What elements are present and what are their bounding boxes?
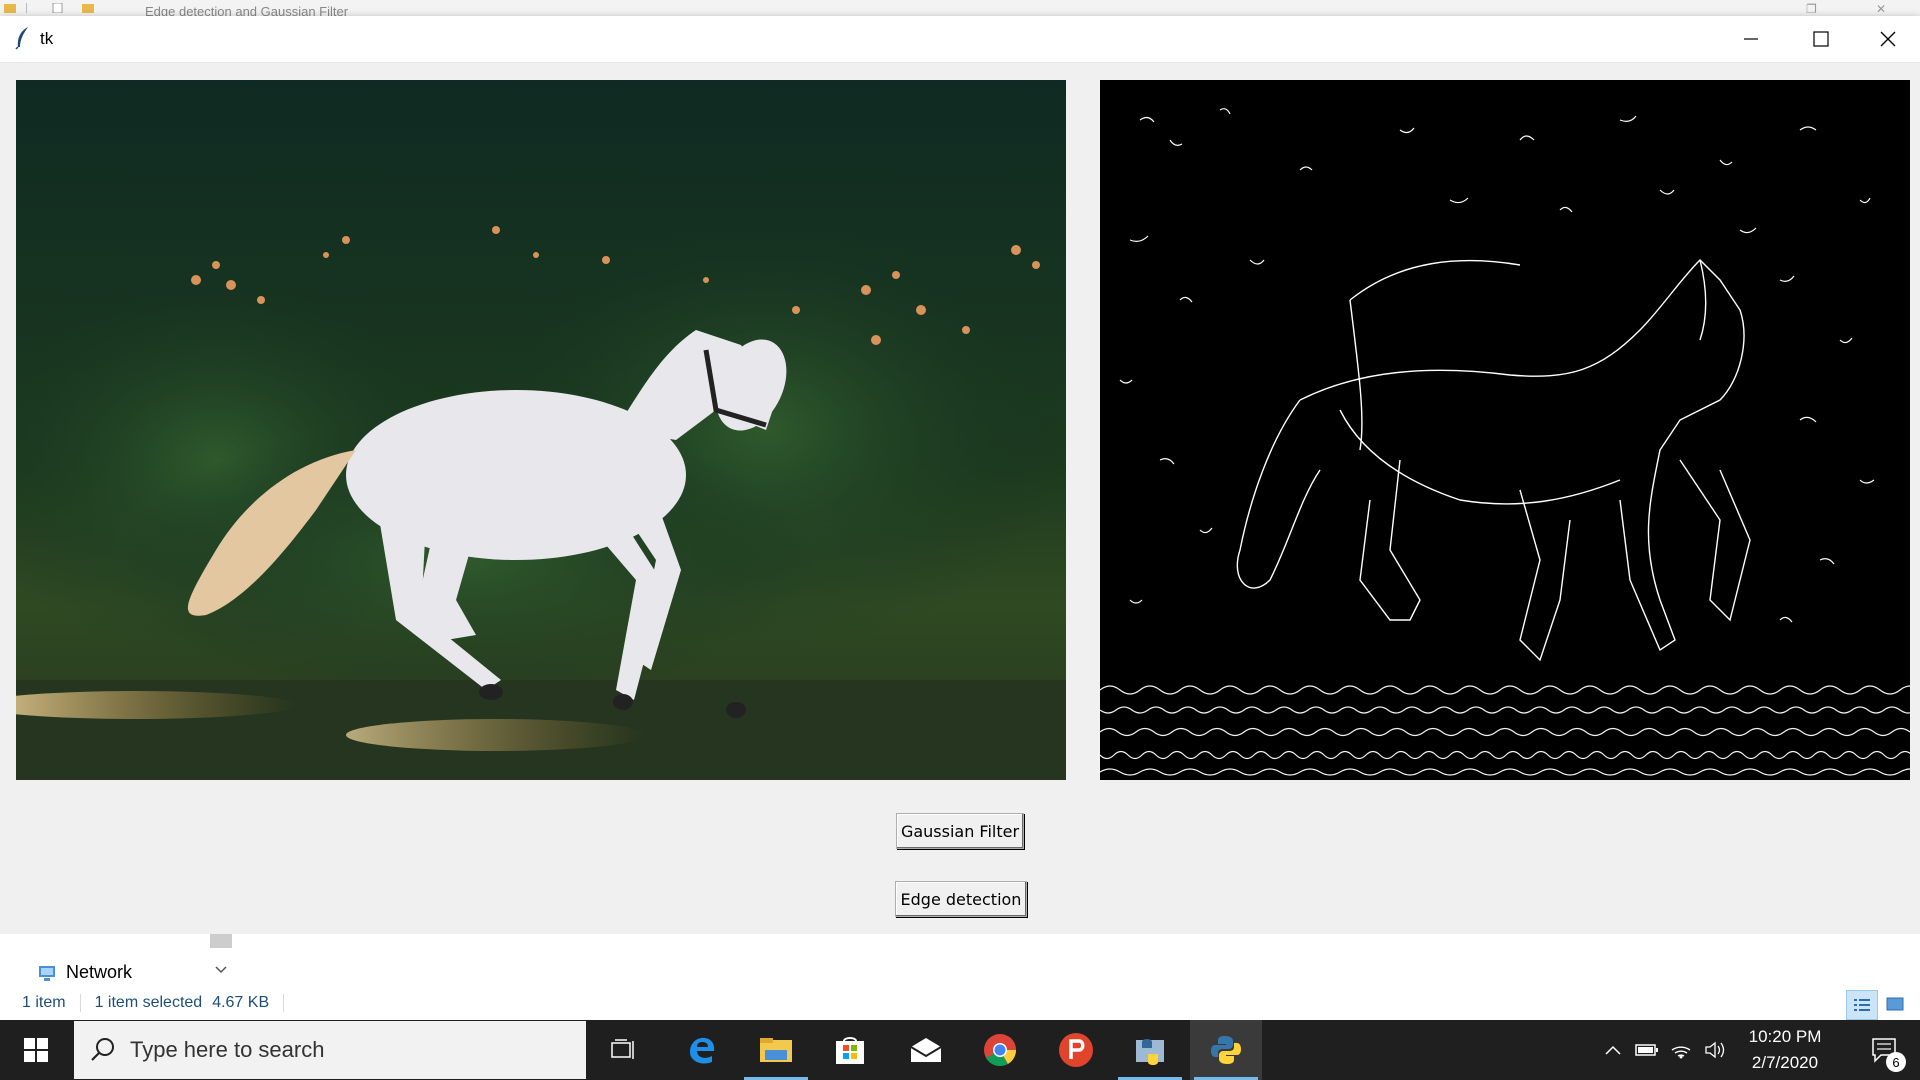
maximize-icon (1813, 31, 1829, 47)
status-bar: 1 item 1 item selected 4.67 KB (22, 994, 298, 1012)
python-idle-button[interactable] (1114, 1020, 1186, 1080)
notification-count-badge: 6 (1886, 1052, 1906, 1072)
window-title: tk (40, 29, 54, 48)
chevron-up-icon (1605, 1045, 1621, 1055)
python-app-button[interactable] (1190, 1020, 1262, 1080)
selected-size: 4.67 KB (212, 994, 270, 1011)
search-icon (91, 1038, 114, 1061)
edges-output (1100, 80, 1910, 780)
scrollbar-thumb[interactable] (210, 934, 232, 948)
explorer-window-bottom: Network 1 item 1 item selected 4.67 KB (0, 934, 1920, 1020)
microsoft-store-button[interactable] (814, 1020, 886, 1080)
item-count: 1 item (22, 994, 66, 1011)
divider (26, 3, 27, 13)
large-icons-view-icon (1886, 997, 1904, 1011)
python-icon (1211, 1036, 1241, 1064)
titlebar-separator (0, 62, 1920, 63)
details-view-icon (1854, 999, 1870, 1011)
taskbar: Type here to search 10:20 PM 2/7/2020 6 (0, 1020, 1920, 1080)
taskbar-search-box[interactable]: Type here to search (74, 1021, 586, 1079)
show-hidden-icons-button[interactable] (1598, 1020, 1628, 1080)
wifi-button[interactable] (1666, 1020, 1696, 1080)
file-explorer-icon (760, 1038, 792, 1062)
folder-icon (82, 4, 94, 13)
edge-detection-button[interactable]: Edge detection (895, 881, 1027, 917)
divider (283, 994, 285, 1012)
battery-icon (1635, 1044, 1658, 1056)
divider (79, 994, 81, 1012)
document-icon (52, 3, 63, 13)
windows-icon (24, 1038, 48, 1062)
background-window-titlebar: Edge detection and Gaussian Filter ❐ ✕ (0, 0, 1920, 17)
clock-time: 10:20 PM (1748, 1027, 1822, 1046)
mail-icon (910, 1038, 942, 1062)
network-icon (39, 965, 55, 981)
minimize-button[interactable] (1716, 16, 1786, 62)
nav-item-label: Network (66, 962, 133, 982)
original-image (16, 80, 1066, 780)
volume-icon (1705, 1041, 1725, 1059)
store-icon (836, 1037, 864, 1064)
task-view-button[interactable] (588, 1020, 660, 1080)
volume-button[interactable] (1700, 1020, 1730, 1080)
tk-titlebar[interactable]: tk (0, 16, 1920, 62)
maximize-button[interactable] (1786, 16, 1856, 62)
horse-photo (16, 80, 1066, 780)
battery-button[interactable] (1632, 1020, 1662, 1080)
mail-button[interactable] (890, 1020, 962, 1080)
clock-date: 2/7/2020 (1751, 1053, 1819, 1072)
selected-count: 1 item selected (94, 994, 203, 1011)
edge-icon (690, 1037, 715, 1064)
python-idle-icon (1136, 1039, 1164, 1065)
taskbar-clock[interactable]: 10:20 PM 2/7/2020 (1730, 1020, 1840, 1080)
folder-icon (4, 4, 16, 13)
start-button[interactable] (0, 1020, 72, 1080)
close-icon (1880, 31, 1896, 47)
scroll-down-button[interactable] (210, 956, 232, 984)
edge-detection-image (1100, 80, 1910, 780)
task-view-icon (611, 1039, 634, 1059)
p-app-icon (1059, 1033, 1093, 1067)
file-explorer-button[interactable] (740, 1020, 812, 1080)
restore-icon[interactable]: ❐ (1806, 2, 1817, 16)
nav-item-network[interactable]: Network (36, 962, 132, 983)
edge-browser-button[interactable] (666, 1020, 738, 1080)
chrome-button[interactable] (964, 1020, 1036, 1080)
large-icons-view-button[interactable] (1880, 990, 1910, 1018)
chrome-icon (984, 1034, 1017, 1067)
gaussian-filter-button[interactable]: Gaussian Filter (896, 813, 1024, 849)
chevron-down-icon (215, 966, 227, 974)
tk-feather-icon (15, 27, 28, 50)
details-view-button[interactable] (1846, 990, 1878, 1020)
search-placeholder: Type here to search (130, 1037, 325, 1062)
minimize-icon (1744, 38, 1758, 40)
close-icon[interactable]: ✕ (1876, 2, 1886, 16)
close-button[interactable] (1856, 16, 1920, 62)
action-center-button[interactable]: 6 (1856, 1020, 1912, 1080)
wifi-icon (1671, 1046, 1691, 1059)
psiphon-button[interactable] (1040, 1020, 1112, 1080)
tk-window: tk Gaussian Filter Edge detection (0, 16, 1920, 934)
